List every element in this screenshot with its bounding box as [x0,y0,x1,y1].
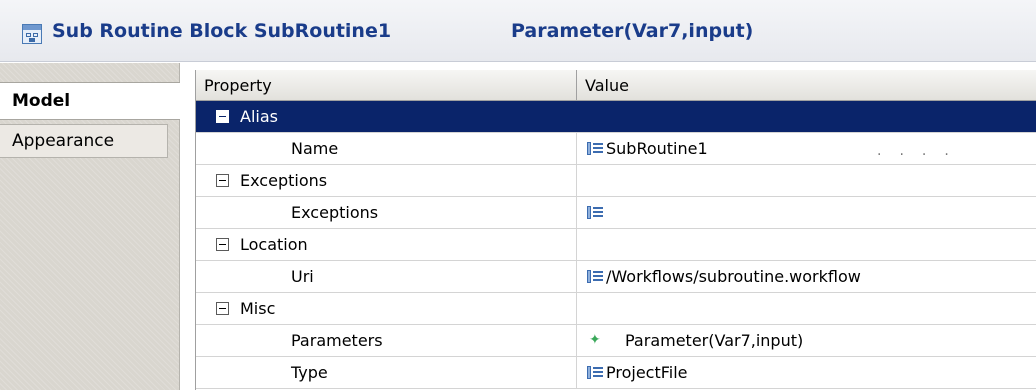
property-label: Name [291,139,339,158]
category-label: Alias [240,107,278,126]
property-value-cell[interactable]: SubRoutine1 .... [577,133,1036,164]
property-row-name[interactable]: Name SubRoutine1 .... [196,133,1036,165]
property-label: Exceptions [291,203,379,222]
tab-appearance-label: Appearance [12,131,115,151]
property-value-cell[interactable]: /Workflows/subroutine.workflow [577,261,1036,292]
list-icon [587,270,603,283]
category-row-misc[interactable]: Misc [196,293,1036,325]
collapse-toggle-icon[interactable] [216,174,229,187]
list-icon [587,366,603,379]
property-value: /Workflows/subroutine.workflow [606,267,861,286]
property-value: ProjectFile [606,363,688,382]
category-label: Location [240,235,308,254]
collapse-toggle-icon[interactable] [216,302,229,315]
property-row-uri[interactable]: Uri /Workflows/subroutine.workflow [196,261,1036,293]
category-row-alias[interactable]: Alias [196,101,1036,133]
category-row-location[interactable]: Location [196,229,1036,261]
property-label: Type [291,363,328,382]
property-value-cell[interactable]: ✦ Parameter(Var7,input) [577,325,1036,356]
tab-panel: Model Appearance [0,63,180,390]
tab-model[interactable]: Model [0,82,180,120]
header-parameter: Parameter(Var7,input) [511,20,754,42]
category-label: Exceptions [240,171,328,190]
property-value: SubRoutine1 [606,139,708,158]
property-label: Parameters [291,331,383,350]
property-row-exceptions[interactable]: Exceptions [196,197,1036,229]
property-value: Parameter(Var7,input) [625,331,804,350]
subroutine-block-icon [22,24,42,44]
tab-model-label: Model [12,91,71,111]
ellipsis-dots: .... [877,143,967,159]
column-header-value[interactable]: Value [577,70,1036,101]
property-grid: Property Value Alias Name SubRoutine1 ..… [195,70,1036,390]
property-value-cell[interactable] [577,197,1036,228]
collapse-toggle-icon[interactable] [216,110,229,123]
editor-header: Sub Routine Block SubRoutine1 Parameter(… [0,0,1036,62]
collapse-toggle-icon[interactable] [216,238,229,251]
property-value-cell[interactable]: ProjectFile [577,357,1036,388]
list-icon [587,142,603,155]
category-row-exceptions[interactable]: Exceptions [196,165,1036,197]
column-header-property[interactable]: Property [196,70,577,101]
header-title: Sub Routine Block SubRoutine1 [52,20,392,42]
property-label: Uri [291,267,314,286]
property-row-parameters[interactable]: Parameters ✦ Parameter(Var7,input) [196,325,1036,357]
category-label: Misc [240,299,276,318]
tab-appearance[interactable]: Appearance [0,124,168,158]
parameter-icon: ✦ [589,332,601,348]
list-icon [587,206,603,219]
property-row-type[interactable]: Type ProjectFile [196,357,1036,389]
